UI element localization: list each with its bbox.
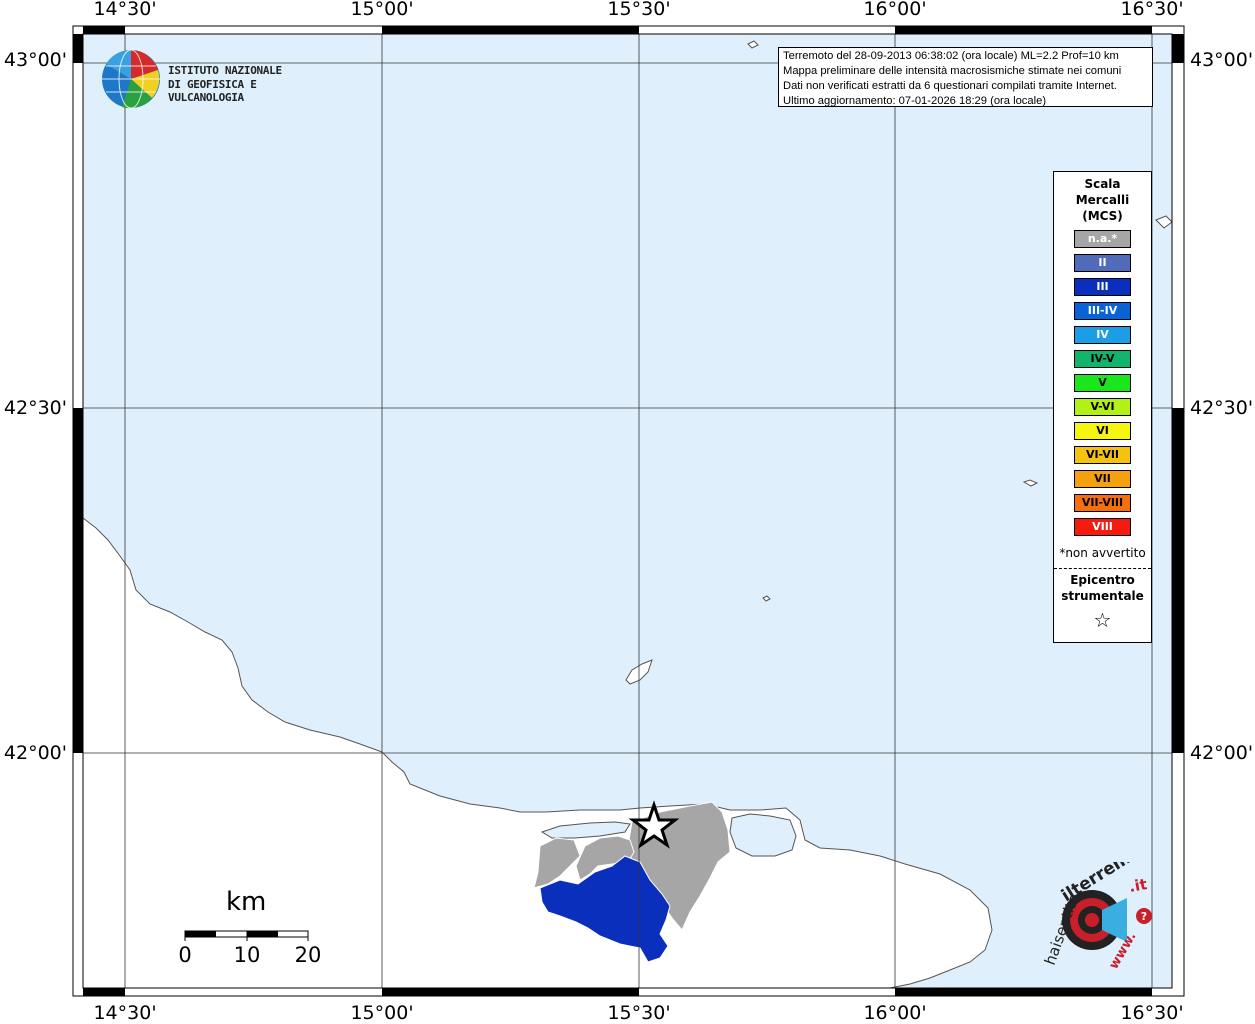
legend-star-icon: ☆: [1093, 608, 1112, 632]
legend-swatch-4: IV: [1074, 326, 1131, 344]
scale-bar: km 0 10 20: [170, 885, 340, 975]
ingv-name-line-1: ISTITUTO NAZIONALE: [168, 64, 282, 77]
lon-label-top-4: 16°00': [863, 0, 927, 20]
legend-separator: [1054, 568, 1151, 569]
lon-label-top-2: 15°00': [350, 0, 414, 20]
scale-bar-graphic: [184, 930, 309, 941]
legend-note: *non avvertito: [1059, 546, 1146, 560]
lat-label-right-3: 42°00': [1190, 742, 1254, 764]
legend-swatch-6: V: [1074, 374, 1131, 392]
hst-text-3: .it: [1128, 875, 1149, 896]
legend-swatch-7: V-VI: [1074, 398, 1131, 416]
lon-label-bottom-2: 15°00': [350, 1002, 414, 1024]
lon-label-top-1: 14°30': [93, 0, 157, 20]
lon-label-bottom-1: 14°30': [93, 1002, 157, 1024]
legend-swatch-8: VI: [1074, 422, 1131, 440]
event-info-line-4: Ultimo aggiornamento: 07-01-2026 18:29 (…: [783, 95, 1047, 107]
legend-swatch-10: VII: [1074, 470, 1131, 488]
event-info-box: Terremoto del 28-09-2013 06:38:02 (ora l…: [778, 47, 1153, 107]
lagoon-east: [729, 813, 797, 857]
legend-epicenter-line-1: Epicentro: [1070, 573, 1135, 587]
lon-label-bottom-5: 16°30': [1120, 1002, 1184, 1024]
event-info-line-2: Mappa preliminare delle intensità macros…: [783, 65, 1122, 77]
event-info-line-3: Dati non verificati estratti da 6 questi…: [783, 80, 1117, 92]
lat-label-right-2: 42°30': [1190, 397, 1254, 419]
legend-swatch-11: VII-VIII: [1074, 494, 1131, 512]
legend-swatch-12: VIII: [1074, 518, 1131, 536]
scale-tick-0: 0: [178, 943, 192, 967]
lon-label-bottom-3: 15°30': [607, 1002, 671, 1024]
legend-swatch-3: III-IV: [1074, 302, 1131, 320]
svg-text:?: ?: [1141, 910, 1147, 923]
ingv-globe-icon: [102, 49, 160, 109]
event-info-line-1: Terremoto del 28-09-2013 06:38:02 (ora l…: [783, 50, 1119, 62]
haisentito-logo-graphic: ? haisentito ilterremoto .it www.: [1041, 832, 1161, 972]
lat-label-left-1: 43°00': [3, 49, 67, 71]
mcs-legend: Scala Mercalli (MCS) n.a.* II III III-IV IV I…: [1053, 171, 1152, 643]
legend-epicenter-line-2: strumentale: [1061, 589, 1144, 603]
legend-swatch-2: III: [1074, 278, 1131, 296]
lon-label-bottom-4: 16°00': [863, 1002, 927, 1024]
legend-title-line-1: Scala: [1084, 177, 1121, 191]
legend-swatch-5: IV-V: [1074, 350, 1131, 368]
scale-tick-10: 10: [233, 943, 261, 967]
legend-swatch-0: n.a.*: [1074, 230, 1131, 248]
legend-title-line-3: (MCS): [1082, 209, 1123, 223]
lon-label-top-3: 15°30': [607, 0, 671, 20]
ingv-name-line-2: DI GEOFISICA E VULCANOLOGIA: [168, 78, 257, 104]
haisentito-logo: ? haisentito ilterremoto .it www.: [1032, 832, 1164, 982]
lat-label-left-2: 42°30': [3, 397, 67, 419]
legend-swatch-1: II: [1074, 254, 1131, 272]
lon-label-top-5: 16°30': [1120, 0, 1184, 20]
legend-title-line-2: Mercalli: [1075, 193, 1130, 207]
scale-tick-20: 20: [294, 943, 322, 967]
lat-label-left-3: 42°00': [3, 742, 67, 764]
legend-swatch-9: VI-VII: [1074, 446, 1131, 464]
map-figure: 14°30' 15°00' 15°30' 16°00' 16°30' 14°30…: [0, 0, 1255, 1024]
lat-label-right-1: 43°00': [1190, 49, 1254, 71]
ingv-logo: ISTITUTO NAZIONALE DI GEOFISICA E VULCAN…: [100, 48, 320, 110]
